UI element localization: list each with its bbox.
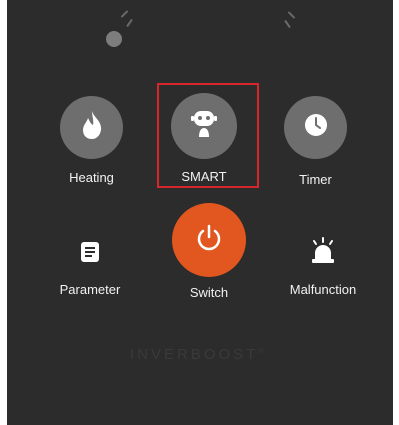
alarm-light-icon <box>309 236 337 270</box>
gauge-tick-left <box>120 10 129 18</box>
flame-icon <box>79 110 105 145</box>
gauge-tick-right-2 <box>284 19 291 29</box>
smart-label: SMART <box>181 169 227 184</box>
brand-logo: INVERBOOST® <box>130 346 264 363</box>
gauge-indicator-dot <box>106 31 122 47</box>
switch-button[interactable] <box>172 203 246 277</box>
malfunction-label: Malfunction <box>289 282 357 297</box>
gauge-tick-left-2 <box>126 18 133 28</box>
parameter-label: Parameter <box>59 282 121 297</box>
heating-label: Heating <box>69 170 114 185</box>
document-icon <box>80 241 100 268</box>
brand-text: INVERBOOST <box>130 346 259 363</box>
smart-button[interactable] <box>171 93 237 159</box>
heating-button[interactable] <box>60 96 123 159</box>
brand-registered-mark: ® <box>258 348 264 355</box>
parameter-button[interactable] <box>70 238 110 270</box>
control-panel: Heating SMART Timer Parameter Switch Mal… <box>7 0 393 425</box>
timer-button[interactable] <box>284 96 347 159</box>
gauge-tick-right <box>287 11 296 19</box>
power-icon <box>194 223 224 258</box>
robot-icon <box>191 110 217 143</box>
switch-label: Switch <box>189 285 229 300</box>
clock-icon <box>304 113 328 142</box>
timer-label: Timer <box>299 172 332 187</box>
malfunction-button[interactable] <box>303 236 343 270</box>
